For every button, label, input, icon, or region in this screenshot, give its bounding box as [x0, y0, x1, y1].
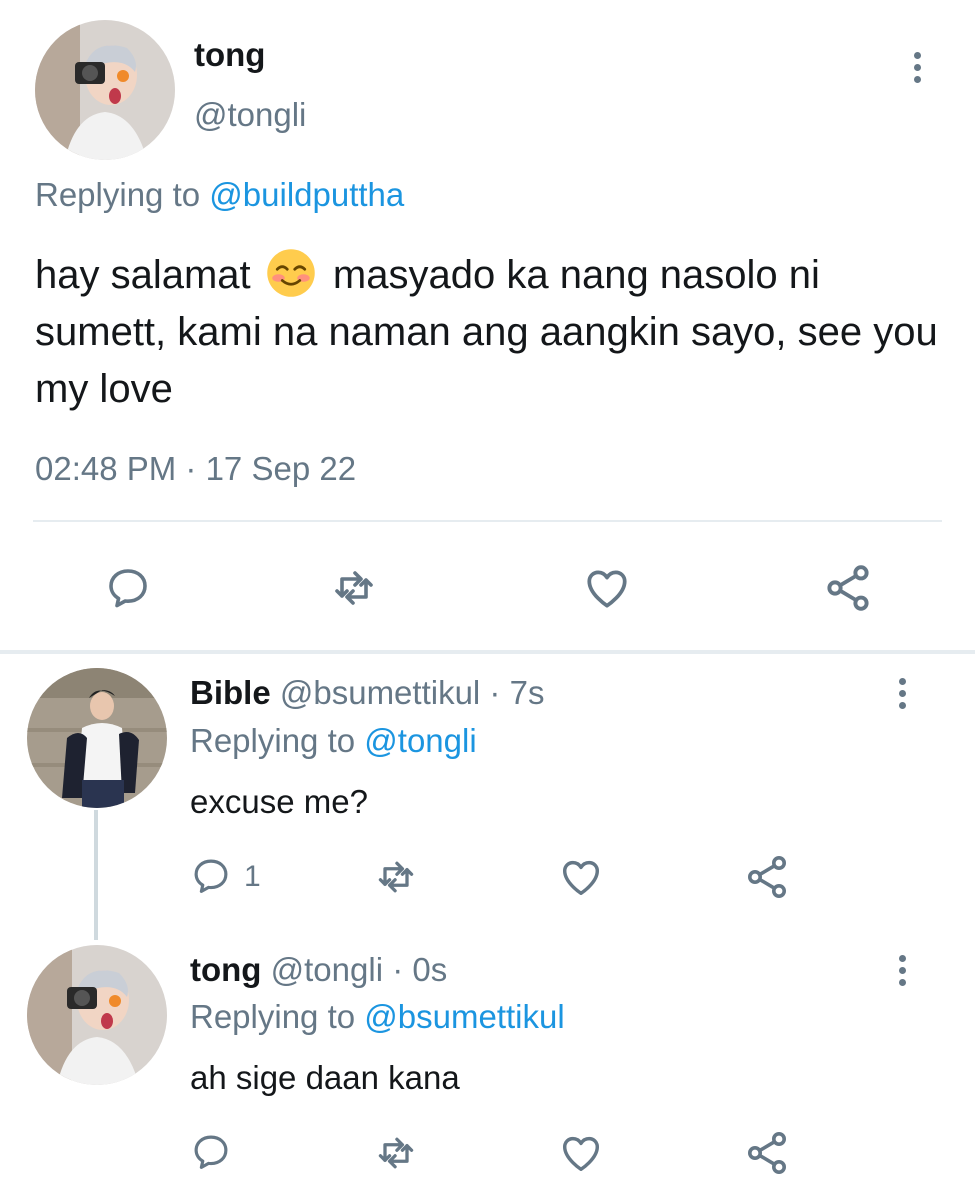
replying-to-handle-link[interactable]: @buildputtha — [209, 176, 404, 213]
tweet-text: hay salamat masyado ka nang nasolo ni su… — [35, 247, 955, 418]
reply-avatar-bible[interactable] — [27, 668, 167, 808]
reply-author-name[interactable]: Bible — [190, 674, 271, 711]
replying-to-handle-link[interactable]: @bsumettikul — [364, 998, 564, 1035]
reply-author-name[interactable]: tong — [190, 951, 261, 988]
author-name[interactable]: tong — [194, 36, 265, 74]
replying-to: Replying to @buildputtha — [35, 176, 404, 214]
more-options-icon[interactable] — [892, 955, 912, 986]
reply-icon[interactable] — [190, 1131, 232, 1173]
replying-to-label: Replying to — [35, 176, 201, 213]
more-options-icon[interactable] — [892, 678, 912, 709]
reply-author-meta[interactable]: @tongli · 0s — [271, 951, 448, 988]
replying-to: Replying to @tongli — [190, 722, 477, 760]
reply-icon[interactable] — [190, 855, 232, 897]
like-icon[interactable] — [582, 563, 632, 613]
reply-count: 1 — [244, 860, 261, 893]
retweet-icon[interactable] — [374, 1131, 418, 1175]
reply-author-meta[interactable]: @bsumettikul · 7s — [280, 674, 545, 711]
like-icon[interactable] — [558, 1130, 604, 1176]
reply-header: tong @tongli · 0s — [190, 951, 447, 989]
share-icon[interactable] — [743, 853, 791, 901]
reply-text: excuse me? — [190, 783, 368, 820]
replying-to-handle-link[interactable]: @tongli — [364, 722, 476, 759]
share-icon[interactable] — [743, 1129, 791, 1177]
more-options-icon[interactable] — [907, 52, 927, 83]
retweet-icon[interactable] — [330, 564, 378, 612]
replying-to-label: Replying to — [190, 998, 356, 1035]
thread-connector-line — [94, 810, 98, 940]
tweet-text-part1: hay salamat — [35, 253, 251, 297]
author-avatar[interactable] — [35, 20, 175, 160]
smiling-face-emoji-icon — [267, 249, 315, 297]
section-divider — [0, 650, 975, 654]
reply-header: Bible @bsumettikul · 7s — [190, 674, 544, 712]
retweet-icon[interactable] — [374, 855, 418, 899]
like-icon[interactable] — [558, 854, 604, 900]
action-bar-divider — [33, 520, 942, 522]
reply-icon[interactable] — [104, 564, 152, 612]
replying-to-label: Replying to — [190, 722, 356, 759]
reply-avatar-tong[interactable] — [27, 945, 167, 1085]
author-handle[interactable]: @tongli — [194, 96, 306, 134]
share-icon[interactable] — [822, 562, 874, 614]
reply-text: ah sige daan kana — [190, 1059, 460, 1096]
tweet-timestamp[interactable]: 02:48 PM · 17 Sep 22 — [35, 450, 356, 488]
replying-to: Replying to @bsumettikul — [190, 998, 565, 1036]
